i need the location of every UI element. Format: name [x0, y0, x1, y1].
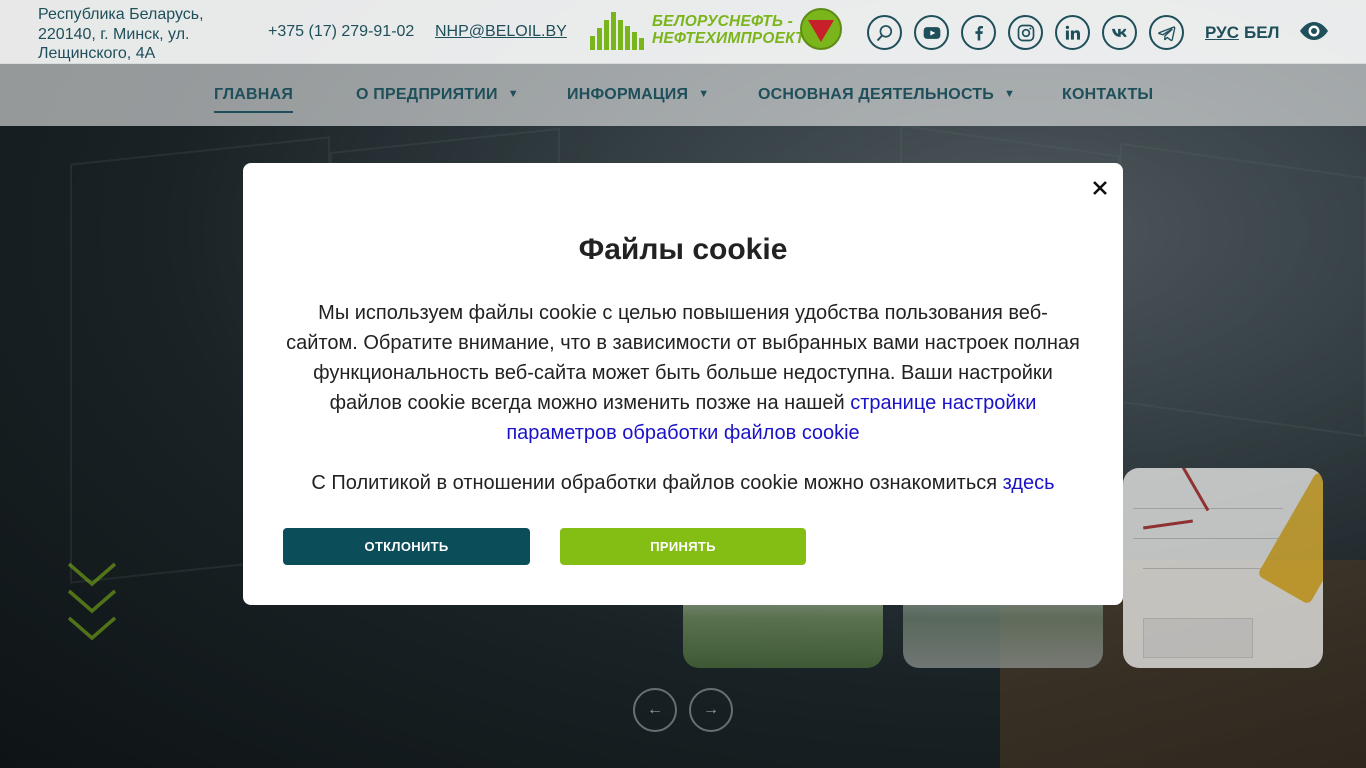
- phone-number[interactable]: +375 (17) 279-91-02: [268, 23, 414, 41]
- modal-policy-text: С Политикой в отношении обработки файлов…: [311, 472, 1055, 494]
- lang-ru-link[interactable]: РУС: [1205, 23, 1239, 43]
- accessibility-eye-icon[interactable]: [1298, 17, 1330, 45]
- linkedin-icon[interactable]: [1055, 15, 1090, 50]
- nav-item-contacts[interactable]: КОНТАКТЫ: [1062, 86, 1153, 104]
- modal-body-text: Мы используем файлы cookie с целью повыш…: [286, 302, 1080, 444]
- chevron-down-icon: ▼: [698, 88, 710, 100]
- youtube-icon[interactable]: [914, 15, 949, 50]
- search-icon[interactable]: [867, 15, 902, 50]
- lang-be-link[interactable]: БЕЛ: [1244, 23, 1280, 43]
- social-links: [867, 15, 1196, 50]
- nav-item-home[interactable]: ГЛАВНАЯ: [214, 86, 294, 113]
- logo-emblem-icon: [800, 8, 842, 50]
- cookie-policy-link[interactable]: здесь: [1003, 472, 1055, 494]
- close-icon[interactable]: [1089, 177, 1111, 199]
- top-bar: Республика Беларусь, 220140, г. Минск, у…: [0, 0, 1366, 64]
- modal-title: Файлы cookie: [578, 233, 788, 266]
- slide-thumbnail-drawings[interactable]: [1123, 468, 1323, 668]
- cookie-consent-modal: Файлы cookie Мы используем файлы cookie …: [243, 163, 1123, 605]
- logo-text: БЕЛОРУСНЕФТЬ - НЕФТЕХИМПРОЕКТ: [652, 13, 805, 47]
- slider-prev-button[interactable]: ←: [633, 688, 677, 732]
- logo-building-icon: [590, 10, 648, 50]
- vk-icon[interactable]: [1102, 15, 1137, 50]
- chevron-down-icon: ▼: [1003, 88, 1016, 100]
- nav-item-main-activity[interactable]: ОСНОВНАЯ ДЕЯТЕЛЬНОСТЬ ▼: [758, 86, 1015, 104]
- decline-button[interactable]: ОТКЛОНИТЬ: [283, 528, 530, 565]
- company-address: Республика Беларусь, 220140, г. Минск, у…: [38, 6, 204, 62]
- scroll-down-chevrons-icon[interactable]: [66, 560, 118, 648]
- instagram-icon[interactable]: [1008, 15, 1043, 50]
- chevron-down-icon: ▼: [507, 88, 519, 100]
- email-link[interactable]: NHP@BELOIL.BY: [435, 23, 567, 41]
- slider-next-button[interactable]: →: [689, 688, 733, 732]
- nav-item-about[interactable]: О ПРЕДПРИЯТИИ ▼: [356, 86, 519, 104]
- facebook-icon[interactable]: [961, 15, 996, 50]
- telegram-icon[interactable]: [1149, 15, 1184, 50]
- nav-item-information[interactable]: ИНФОРМАЦИЯ ▼: [567, 86, 709, 104]
- company-logo[interactable]: БЕЛОРУСНЕФТЬ - НЕФТЕХИМПРОЕКТ: [590, 8, 842, 52]
- accept-button[interactable]: ПРИНЯТЬ: [560, 528, 806, 565]
